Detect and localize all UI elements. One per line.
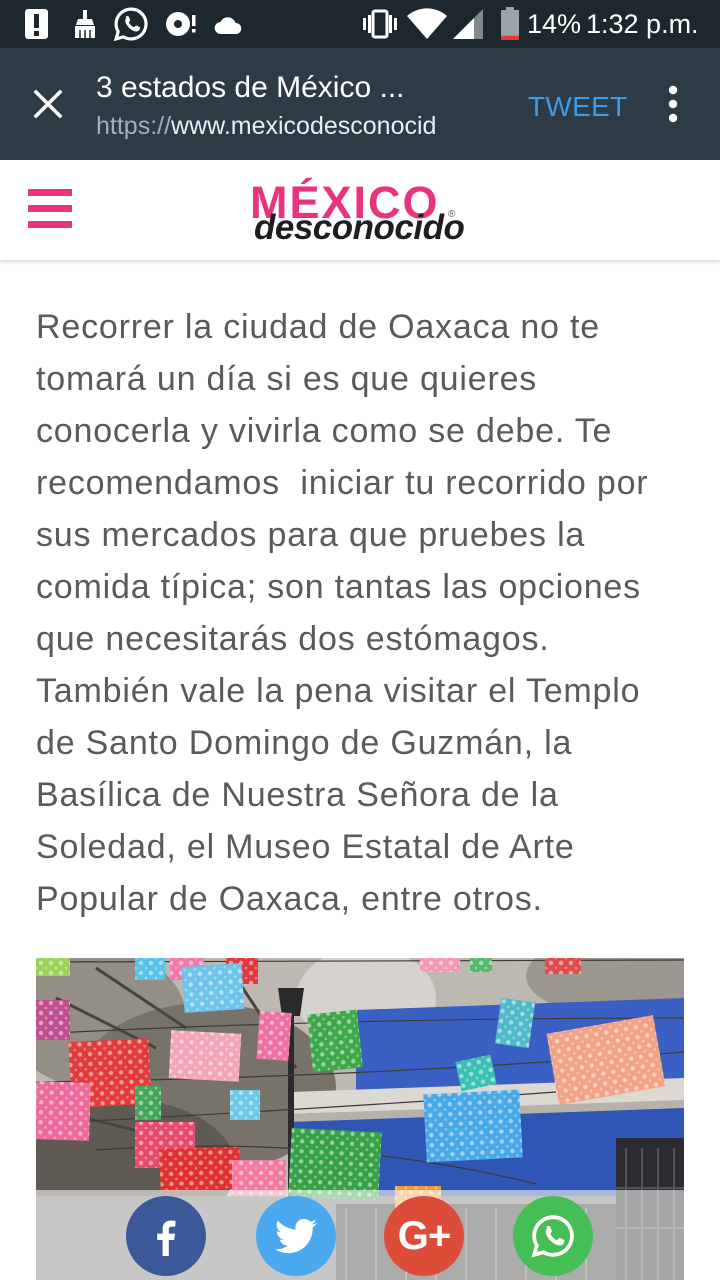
close-icon	[33, 89, 63, 119]
sync-error-icon	[166, 12, 196, 36]
logo-wordmark-bottom: desconocido	[254, 208, 465, 247]
signal-icon	[453, 9, 483, 39]
hamburger-menu-button[interactable]	[28, 189, 72, 229]
paragraph-line: Basílica de Nuestra Señora de la	[36, 776, 559, 814]
url-host: www.mexicodesconocid	[171, 112, 437, 140]
facebook-share-button[interactable]	[126, 1196, 206, 1276]
papel-picado-flag	[423, 1089, 523, 1163]
papel-picado-flag	[135, 958, 165, 980]
registered-mark: ®	[448, 209, 456, 220]
paragraph-line: recomendamos iniciar tu recorrido por	[36, 464, 649, 502]
paragraph-line: Soledad, el Museo Estatal de Arte	[36, 828, 575, 866]
papel-picado-flag	[159, 1146, 241, 1192]
clock: 1:32 p.m.	[586, 9, 699, 39]
whatsapp-icon	[531, 1215, 574, 1258]
cloud-icon	[214, 17, 242, 35]
url-display: https://www.mexicodesconocid	[96, 111, 438, 141]
facebook-icon	[157, 1220, 176, 1256]
papel-picado-flag	[470, 958, 492, 972]
papel-picado-flag	[420, 958, 460, 972]
papel-picado-flag	[545, 958, 581, 974]
battery-icon	[501, 7, 519, 40]
papel-picado-flag	[256, 1010, 292, 1062]
wifi-icon	[407, 8, 447, 39]
google-plus-share-button[interactable]: G+	[384, 1196, 464, 1276]
page-title: 3 estados de México ...	[96, 71, 405, 104]
overflow-menu-button[interactable]	[660, 82, 686, 126]
papel-picado-flag	[36, 1000, 70, 1040]
papel-picado-flag	[307, 1009, 363, 1073]
tweet-button[interactable]: TWEET	[528, 90, 628, 124]
papel-picado-flag	[181, 962, 245, 1014]
papel-picado-flag	[135, 1086, 161, 1120]
papel-picado-flag	[494, 997, 536, 1049]
article-paragraph: Recorrer la ciudad de Oaxaca no te tomar…	[36, 301, 696, 925]
more-vert-icon	[668, 85, 678, 123]
papel-picado-flag	[36, 958, 70, 976]
site-logo[interactable]: MÉXICO desconocido ®	[250, 180, 480, 260]
site-header: MÉXICO desconocido ®	[0, 160, 720, 260]
whatsapp-share-button[interactable]	[513, 1196, 593, 1276]
paragraph-line: conocerla y vivirla como se debe. Te	[36, 412, 613, 450]
close-button[interactable]	[26, 82, 70, 126]
google-plus-icon: G+	[397, 1214, 451, 1258]
battery-level-fill	[501, 35, 519, 40]
browser-toolbar: 3 estados de México ... https://www.mexi…	[0, 48, 720, 160]
url-scheme: https://	[96, 112, 172, 140]
status-bar: 14% 1:32 p.m.	[0, 0, 720, 48]
twitter-icon	[275, 1218, 317, 1254]
papel-picado-flag	[168, 1030, 242, 1082]
paragraph-line: tomará un día si es que quieres	[36, 360, 538, 398]
alert-icon	[25, 9, 48, 39]
paragraph-line: comida típica; son tantas las opciones	[36, 568, 641, 606]
cleaner-icon	[75, 10, 95, 38]
papel-picado-flag	[36, 1081, 91, 1141]
vibrate-icon	[363, 9, 397, 39]
paragraph-line: que necesitarás dos estómagos.	[36, 620, 550, 658]
share-bar: G+	[0, 1190, 720, 1280]
papel-picado-flag	[230, 1090, 260, 1120]
paragraph-line: Recorrer la ciudad de Oaxaca no te	[36, 308, 600, 346]
paragraph-line: También vale la pena visitar el Templo	[36, 672, 641, 710]
whatsapp-icon	[113, 7, 148, 42]
paragraph-line: Popular de Oaxaca, entre otros.	[36, 880, 543, 918]
twitter-share-button[interactable]	[256, 1196, 336, 1276]
battery-percent: 14%	[527, 9, 582, 39]
paragraph-line: sus mercados para que pruebes la	[36, 516, 586, 554]
paragraph-line: de Santo Domingo de Guzmán, la	[36, 724, 573, 762]
